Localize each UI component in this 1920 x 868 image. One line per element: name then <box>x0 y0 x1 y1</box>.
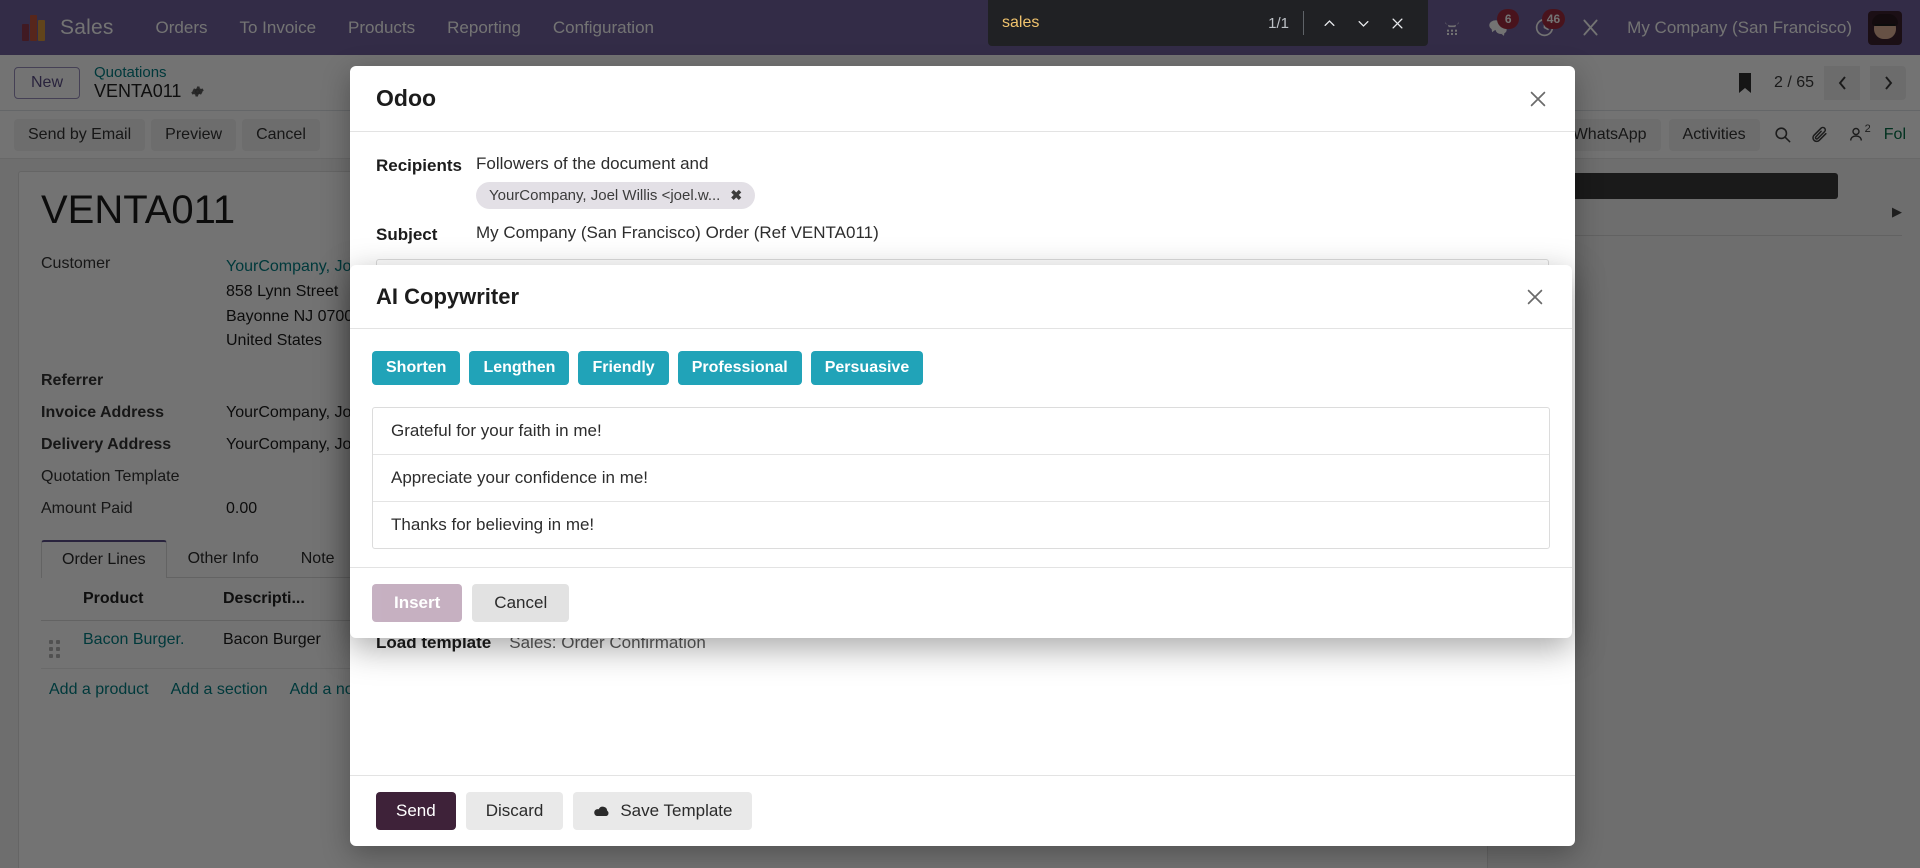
insert-button[interactable]: Insert <box>372 584 462 622</box>
cloud-upload-icon <box>593 804 611 819</box>
mail-dialog-title: Odoo <box>376 85 436 112</box>
list-item[interactable]: Appreciate your confidence in me! <box>373 455 1549 502</box>
tone-professional-button[interactable]: Professional <box>678 351 802 385</box>
subject-row: Subject My Company (San Francisco) Order… <box>376 223 1549 245</box>
suggestion-list: Grateful for your faith in me! Appreciat… <box>372 407 1550 549</box>
ai-dialog-footer: Insert Cancel <box>350 567 1572 638</box>
recipients-value: Followers of the document and YourCompan… <box>476 154 755 209</box>
send-button[interactable]: Send <box>376 792 456 830</box>
ai-copywriter-dialog: AI Copywriter Shorten Lengthen Friendly … <box>350 265 1572 638</box>
ai-dialog-body: Shorten Lengthen Friendly Professional P… <box>350 329 1572 567</box>
find-previous-icon[interactable] <box>1312 6 1346 40</box>
tone-persuasive-button[interactable]: Persuasive <box>811 351 924 385</box>
recipients-text: Followers of the document and <box>476 154 755 174</box>
recipient-tag[interactable]: YourCompany, Joel Willis <joel.w... ✖ <box>476 182 755 209</box>
list-item[interactable]: Thanks for believing in me! <box>373 502 1549 548</box>
cancel-button[interactable]: Cancel <box>472 584 569 622</box>
browser-find-bar: 1/1 <box>988 0 1428 46</box>
recipient-tag-label: YourCompany, Joel Willis <joel.w... <box>489 187 720 204</box>
save-template-label: Save Template <box>620 801 732 821</box>
find-divider <box>1303 11 1304 35</box>
tone-shorten-button[interactable]: Shorten <box>372 351 460 385</box>
find-close-icon[interactable] <box>1380 6 1414 40</box>
subject-value[interactable]: My Company (San Francisco) Order (Ref VE… <box>476 223 879 245</box>
ai-dialog-title: AI Copywriter <box>376 284 519 310</box>
find-next-icon[interactable] <box>1346 6 1380 40</box>
recipients-row: Recipients Followers of the document and… <box>376 154 1549 209</box>
close-icon[interactable] <box>1524 286 1546 308</box>
tone-lengthen-button[interactable]: Lengthen <box>469 351 569 385</box>
tone-friendly-button[interactable]: Friendly <box>578 351 668 385</box>
remove-recipient-icon[interactable]: ✖ <box>730 187 742 204</box>
find-input[interactable] <box>1002 14 1268 32</box>
list-item[interactable]: Grateful for your faith in me! <box>373 408 1549 455</box>
subject-label: Subject <box>376 223 476 245</box>
discard-button[interactable]: Discard <box>466 792 564 830</box>
mail-dialog-footer: Send Discard Save Template <box>350 775 1575 846</box>
save-template-button[interactable]: Save Template <box>573 792 752 830</box>
recipients-label: Recipients <box>376 154 476 209</box>
close-icon[interactable] <box>1527 88 1549 110</box>
find-match-count: 1/1 <box>1268 15 1289 32</box>
ai-dialog-header: AI Copywriter <box>350 265 1572 329</box>
tone-button-group: Shorten Lengthen Friendly Professional P… <box>372 351 1550 385</box>
mail-dialog-header: Odoo <box>350 66 1575 132</box>
